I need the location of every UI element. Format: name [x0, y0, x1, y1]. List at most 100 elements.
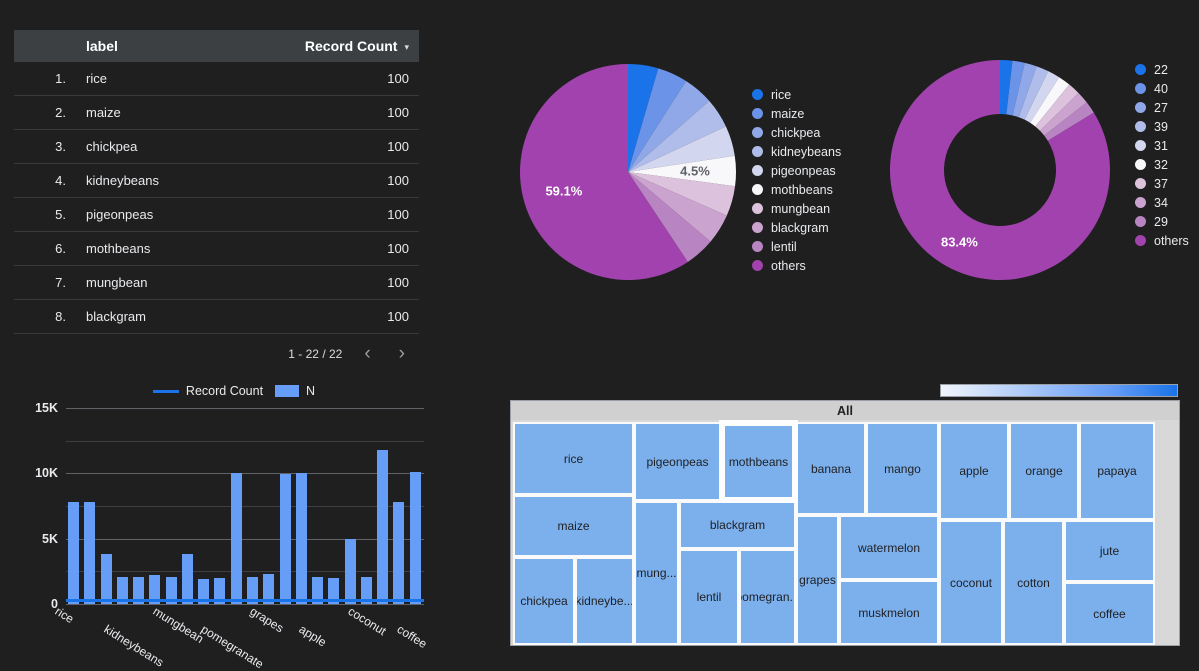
pager-next-button[interactable]: › [393, 344, 411, 363]
treemap-cell[interactable]: mung... [634, 501, 679, 645]
table-row[interactable]: 8. blackgram 100 [14, 300, 419, 334]
treemap-cell[interactable]: mango [866, 422, 939, 515]
pie-chart[interactable]: 4.5% 59.1% [515, 55, 745, 290]
row-label[interactable]: pigeonpeas [76, 198, 223, 232]
treemap-cell-label: lentil [696, 590, 722, 604]
pie-legend-label: maize [771, 106, 805, 121]
pie-legend-item[interactable]: kidneybeans [752, 142, 841, 161]
treemap-cell-label: mothbeans [728, 454, 789, 469]
donut-chart[interactable]: 83.4% [885, 55, 1125, 290]
bar[interactable] [295, 473, 307, 604]
column-header-record-count[interactable]: Record Count ▾ [222, 30, 419, 62]
pie-legend-item[interactable]: chickpea [752, 123, 841, 142]
bar[interactable] [344, 538, 356, 604]
pie-legend-item[interactable]: others [752, 256, 841, 275]
table-row[interactable]: 3. chickpea 100 [14, 130, 419, 164]
row-label[interactable]: mothbeans [76, 232, 223, 266]
treemap-cell[interactable]: maize [513, 495, 634, 557]
row-label[interactable]: mungbean [76, 266, 223, 300]
treemap-cell[interactable]: banana [796, 422, 866, 515]
treemap-cell[interactable]: orange [1009, 422, 1079, 520]
donut-legend-label: 40 [1154, 81, 1168, 96]
bar[interactable] [230, 473, 242, 604]
table-row[interactable]: 2. maize 100 [14, 96, 419, 130]
bar[interactable] [100, 554, 112, 604]
donut-legend-label: 37 [1154, 176, 1168, 191]
pie-legend-item[interactable]: blackgram [752, 218, 841, 237]
bar[interactable] [377, 449, 389, 604]
record-count-table: label Record Count ▾ 1. rice 100 2. maize 100 3… [14, 30, 419, 363]
donut-legend-item[interactable]: 32 [1135, 155, 1189, 174]
treemap-cell[interactable]: papaya [1079, 422, 1155, 520]
treemap-cell[interactable]: lentil [679, 549, 739, 645]
table-row[interactable]: 4. kidneybeans 100 [14, 164, 419, 198]
x-axis-tick-label: coconut [345, 604, 389, 639]
row-label[interactable]: maize [76, 96, 223, 130]
bar[interactable] [409, 472, 421, 604]
donut-legend-label: 34 [1154, 195, 1168, 210]
treemap-cell[interactable]: watermelon [839, 515, 939, 580]
treemap-cell[interactable]: jute [1064, 520, 1155, 582]
table-row[interactable]: 5. pigeonpeas 100 [14, 198, 419, 232]
treemap-cell[interactable]: grapes [796, 515, 839, 645]
bar[interactable] [393, 502, 405, 604]
bar[interactable] [279, 474, 291, 604]
pie-legend-label: blackgram [771, 220, 829, 235]
donut-legend-item[interactable]: 34 [1135, 193, 1189, 212]
donut-legend-item[interactable]: others [1135, 231, 1189, 250]
treemap-root-label[interactable]: All [511, 401, 1179, 420]
treemap-cell[interactable]: muskmelon [839, 580, 939, 645]
row-record-count: 100 [387, 139, 409, 154]
pie-legend-item[interactable]: rice [752, 85, 841, 104]
row-label[interactable]: rice [76, 62, 223, 96]
row-label[interactable]: kidneybeans [76, 164, 223, 198]
table-row[interactable]: 1. rice 100 [14, 62, 419, 96]
bar-legend-item[interactable]: N [275, 384, 315, 398]
treemap-cell[interactable]: rice [513, 422, 634, 495]
chevron-down-icon[interactable]: ▾ [404, 42, 409, 53]
table: label Record Count ▾ 1. rice 100 2. maize 100 3… [14, 30, 419, 334]
column-header-index [14, 30, 76, 62]
row-label[interactable]: chickpea [76, 130, 223, 164]
treemap-cell[interactable]: mothbeans [721, 422, 796, 501]
pager-prev-button[interactable]: ‹ [358, 344, 376, 363]
pie-legend-item[interactable]: pigeonpeas [752, 161, 841, 180]
table-body: 1. rice 100 2. maize 100 3. chickpea 100 4. kidney… [14, 62, 419, 334]
pie-legend-label: lentil [771, 239, 797, 254]
treemap-cell[interactable]: pigeonpeas [634, 422, 721, 501]
treemap-cell[interactable]: cotton [1003, 520, 1064, 645]
treemap-cell[interactable]: apple [939, 422, 1009, 520]
bar-legend-label: Record Count [185, 384, 264, 398]
bar-chart-bars[interactable] [66, 408, 424, 604]
pie-legend-item[interactable]: mothbeans [752, 180, 841, 199]
legend-swatch-icon [1135, 64, 1146, 75]
treemap-cell[interactable]: coconut [939, 520, 1003, 645]
donut-legend-item[interactable]: 22 [1135, 60, 1189, 79]
bar[interactable] [68, 502, 79, 604]
legend-swatch-icon [752, 184, 763, 195]
table-row[interactable]: 7. mungbean 100 [14, 266, 419, 300]
bar[interactable] [84, 502, 96, 604]
x-axis-tick-label: kidneybeans [101, 622, 166, 670]
column-header-label[interactable]: label [76, 30, 223, 62]
pie-chart-legend: rice maize chickpea kidneybeans pigeonpeas mo… [752, 85, 841, 275]
treemap-cell[interactable]: coffee [1064, 582, 1155, 645]
donut-legend-item[interactable]: 39 [1135, 117, 1189, 136]
treemap-cell[interactable]: kidneybe... [575, 557, 634, 645]
treemap-cell-label: blackgram [709, 518, 766, 532]
donut-legend-item[interactable]: 37 [1135, 174, 1189, 193]
table-row[interactable]: 6. mothbeans 100 [14, 232, 419, 266]
treemap-cell[interactable]: chickpea [513, 557, 575, 645]
bar[interactable] [181, 554, 193, 604]
treemap-cell[interactable]: pomegran... [739, 549, 796, 645]
donut-legend-item[interactable]: 31 [1135, 136, 1189, 155]
pie-legend-item[interactable]: maize [752, 104, 841, 123]
treemap-cell[interactable]: blackgram [679, 501, 796, 549]
pie-legend-item[interactable]: mungbean [752, 199, 841, 218]
donut-legend-item[interactable]: 27 [1135, 98, 1189, 117]
bar-legend-item[interactable]: Record Count [152, 384, 264, 398]
pie-legend-item[interactable]: lentil [752, 237, 841, 256]
donut-legend-item[interactable]: 40 [1135, 79, 1189, 98]
donut-legend-item[interactable]: 29 [1135, 212, 1189, 231]
row-label[interactable]: blackgram [76, 300, 223, 334]
